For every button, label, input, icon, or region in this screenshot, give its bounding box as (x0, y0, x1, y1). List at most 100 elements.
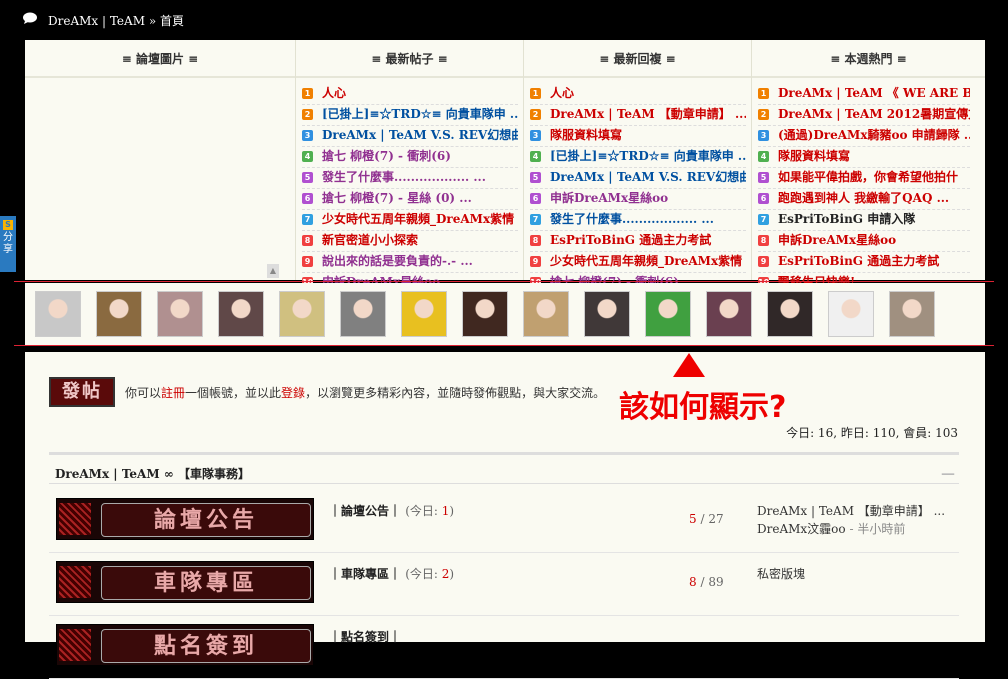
list-item-title[interactable]: EsPriToBinG 通過主力考試 (550, 233, 711, 247)
list-item[interactable]: 3 隊服資料填寫 (530, 126, 746, 147)
list-item[interactable]: 4 隊服資料填寫 (758, 147, 970, 168)
latest-replies-list: 1 人心 2 DreAMx | TeAM 【動章申請】 ... 3 隊服資料填寫 4 [已掛上… (530, 84, 746, 294)
member-avatar[interactable] (401, 291, 447, 337)
list-item-title[interactable]: 申訴DreAMx星絲oo (550, 191, 668, 205)
rank-number-icon: 9 (530, 256, 541, 267)
list-item-title[interactable]: 隊服資料填寫 (550, 128, 622, 142)
list-item[interactable]: 9 EsPriToBinG 通過主力考試 (758, 252, 970, 273)
list-item[interactable]: 8 新官密道小小探索 (302, 231, 518, 252)
rank-number-icon: 4 (530, 151, 541, 162)
list-item-title[interactable]: 如果能平偉拍戲，你會希望他拍什 (778, 170, 958, 184)
forum-name-link[interactable]: 車隊專區 (341, 567, 389, 581)
column-divider (751, 40, 752, 280)
list-item[interactable]: 7 發生了什麼事.................. ... (530, 210, 746, 231)
member-avatar[interactable] (279, 291, 325, 337)
member-avatar[interactable] (706, 291, 752, 337)
list-item[interactable]: 9 說出來的話是要負責的-.- ... (302, 252, 518, 273)
list-item-title[interactable]: (通過)DreAMx騎豬oo 申請歸隊 ... (778, 128, 970, 142)
list-item-title[interactable]: [已掛上]≡☆TRD☆≡ 向貴車隊申 ... (322, 107, 518, 121)
list-item-title[interactable]: 隊服資料填寫 (778, 149, 850, 163)
list-item-title[interactable]: 少女時代五周年親頻_DreAMx紫情 (550, 254, 742, 268)
list-item[interactable]: 4 [已掛上]≡☆TRD☆≡ 向貴車隊申 ... (530, 147, 746, 168)
last-post-link[interactable]: DreAMx | TeAM 【動章申請】 ... (757, 502, 945, 520)
list-item-title[interactable]: 搶七 柳橙(7) - 衝刺(6) (322, 149, 451, 163)
list-item[interactable]: 3 (通過)DreAMx騎豬oo 申請歸隊 ... (758, 126, 970, 147)
member-avatar[interactable] (584, 291, 630, 337)
list-item-title[interactable]: 搶七 柳橙(7) - 星絲 (0) ... (322, 191, 472, 205)
list-item-title[interactable]: DreAMx | TeAM 【動章申請】 ... (550, 107, 746, 121)
login-link[interactable]: 登錄 (281, 386, 305, 400)
list-item[interactable]: 1 DreAMx | TeAM 《 WE ARE BACK (758, 84, 970, 105)
list-item-title[interactable]: 跑跑遇到神人 我繳輸了QAQ ... (778, 191, 949, 205)
list-item[interactable]: 5 DreAMx | TeAM V.S. REV幻想曲 4 ... (530, 168, 746, 189)
list-item[interactable]: 6 搶七 柳橙(7) - 星絲 (0) ... (302, 189, 518, 210)
list-item[interactable]: 2 DreAMx | TeAM 【動章申請】 ... (530, 105, 746, 126)
member-avatar[interactable] (462, 291, 508, 337)
breadcrumb-separator: » (148, 14, 157, 28)
image-slider-scroll-button[interactable]: ▲ (267, 264, 279, 278)
new-post-button[interactable]: 發帖 (49, 377, 115, 407)
member-avatar[interactable] (828, 291, 874, 337)
col-header-weekly-hot: ≡ 本週熱門 ≡ (752, 40, 985, 78)
member-avatar[interactable] (889, 291, 935, 337)
list-item[interactable]: 2 [已掛上]≡☆TRD☆≡ 向貴車隊申 ... (302, 105, 518, 126)
list-item[interactable]: 2 DreAMx | TeAM 2012暑期宣傳文宣 (758, 105, 970, 126)
forum-thread-post-count: 5 / 27 (689, 512, 724, 526)
list-item[interactable]: 1 人心 (530, 84, 746, 105)
member-avatar[interactable] (35, 291, 81, 337)
rank-number-icon: 4 (758, 151, 769, 162)
forum-banner[interactable]: 論壇公告 (56, 498, 314, 540)
member-avatar[interactable] (96, 291, 142, 337)
list-item-title[interactable]: DreAMx | TeAM V.S. REV幻想曲 4 ... (550, 170, 746, 184)
list-item[interactable]: 7 少女時代五周年親頻_DreAMx紫情 (302, 210, 518, 231)
list-item[interactable]: 9 少女時代五周年親頻_DreAMx紫情 (530, 252, 746, 273)
list-item-title[interactable]: DreAMx | TeAM 《 WE ARE BACK (778, 86, 970, 100)
list-item[interactable]: 6 申訴DreAMx星絲oo (530, 189, 746, 210)
forum-banner[interactable]: 點名簽到 (56, 624, 314, 666)
member-avatar[interactable] (340, 291, 386, 337)
list-item-title[interactable]: [已掛上]≡☆TRD☆≡ 向貴車隊申 ... (550, 149, 746, 163)
list-item-title[interactable]: EsPriToBinG 通過主力考試 (778, 254, 939, 268)
list-item-title[interactable]: 新官密道小小探索 (322, 233, 418, 247)
list-item-title[interactable]: EsPriToBinG 申請入隊 (778, 212, 915, 226)
collapse-icon[interactable]: — (941, 455, 955, 493)
banner-decor (59, 566, 91, 598)
list-item[interactable]: 8 申訴DreAMx星絲oo (758, 231, 970, 252)
list-item[interactable]: 3 DreAMx | TeAM V.S. REV幻想曲 4 ... (302, 126, 518, 147)
list-item[interactable]: 7 EsPriToBinG 申請入隊 (758, 210, 970, 231)
list-item[interactable]: 6 跑跑遇到神人 我繳輸了QAQ ... (758, 189, 970, 210)
list-item-title[interactable]: 申訴DreAMx星絲oo (778, 233, 896, 247)
category-title[interactable]: DreAMx | TeAM ∞ 【車隊事務】 (55, 467, 250, 481)
share-label: 分享 (3, 232, 13, 255)
register-link[interactable]: 註冊 (161, 386, 185, 400)
member-avatar[interactable] (218, 291, 264, 337)
last-post-author[interactable]: DreAMx汶霾oo (757, 522, 846, 536)
list-item-title[interactable]: 少女時代五周年親頻_DreAMx紫情 (322, 212, 514, 226)
member-avatar[interactable] (767, 291, 813, 337)
member-avatar[interactable] (645, 291, 691, 337)
list-item-title[interactable]: 發生了什麼事.................. ... (322, 170, 486, 184)
member-avatar[interactable] (157, 291, 203, 337)
rank-number-icon: 5 (758, 172, 769, 183)
list-item-title[interactable]: 發生了什麼事.................. ... (550, 212, 714, 226)
list-item-title[interactable]: 說出來的話是要負責的-.- ... (322, 254, 473, 268)
list-item-title[interactable]: 人心 (550, 86, 574, 100)
share-side-tab[interactable]: S 分享 (0, 216, 16, 272)
list-item[interactable]: 1 人心 (302, 84, 518, 105)
breadcrumb-site-link[interactable]: DreAMx | TeAM (48, 14, 145, 28)
member-avatar[interactable] (523, 291, 569, 337)
list-item[interactable]: 5 發生了什麼事.................. ... (302, 168, 518, 189)
list-item[interactable]: 4 搶七 柳橙(7) - 衝刺(6) (302, 147, 518, 168)
list-item[interactable]: 5 如果能平偉拍戲，你會希望他拍什 (758, 168, 970, 189)
last-post-link[interactable]: 私密版塊 (757, 565, 805, 583)
col-header-latest-replies: ≡ 最新回複 ≡ (524, 40, 751, 78)
annotation-red-line-top (14, 281, 994, 282)
forum-thread-post-count: 8 / 89 (689, 575, 724, 589)
list-item-title[interactable]: DreAMx | TeAM V.S. REV幻想曲 4 ... (322, 128, 518, 142)
forum-banner[interactable]: 車隊專區 (56, 561, 314, 603)
list-item-title[interactable]: DreAMx | TeAM 2012暑期宣傳文宣 (778, 107, 970, 121)
member-avatar-strip (25, 283, 985, 345)
list-item[interactable]: 8 EsPriToBinG 通過主力考試 (530, 231, 746, 252)
forum-name-link[interactable]: 論壇公告 (341, 504, 389, 518)
list-item-title[interactable]: 人心 (322, 86, 346, 100)
